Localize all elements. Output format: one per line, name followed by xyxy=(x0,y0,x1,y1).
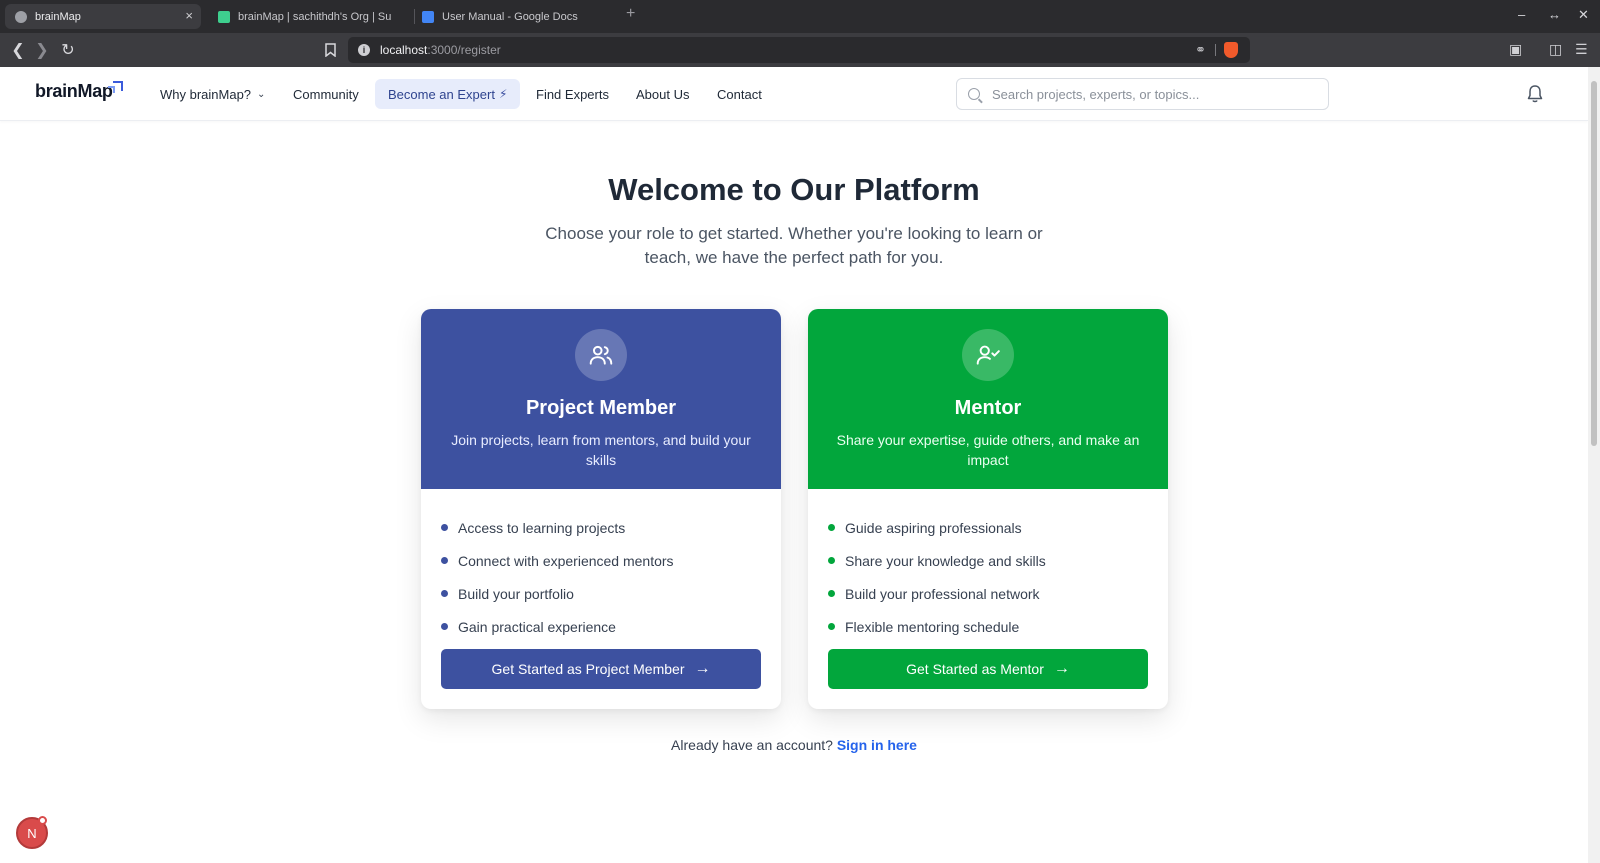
tab-title: User Manual - Google Docs xyxy=(442,10,578,23)
tab-title: brainMap | sachithdh's Org | Su xyxy=(238,10,392,23)
page-scrollbar[interactable] xyxy=(1588,67,1600,863)
restore-icon[interactable]: ↔ xyxy=(1548,7,1561,22)
browser-tab-bar: brainMap × brainMap | sachithdh's Org | … xyxy=(0,0,1600,33)
nav-about-us[interactable]: About Us xyxy=(636,67,689,121)
search-box[interactable] xyxy=(956,78,1329,110)
feature-text: Share your knowledge and skills xyxy=(845,552,1046,569)
bookmark-icon[interactable] xyxy=(320,40,340,60)
user-check-icon xyxy=(962,329,1014,381)
list-item: Access to learning projects xyxy=(441,511,761,544)
supabase-icon xyxy=(218,10,230,23)
globe-icon xyxy=(15,10,27,23)
page-title: Welcome to Our Platform xyxy=(608,172,980,207)
mentor-title: Mentor xyxy=(954,397,1022,419)
signin-prompt-text: Already have an account? xyxy=(671,737,833,753)
bullet-icon xyxy=(828,524,835,531)
minimize-icon[interactable]: – xyxy=(1518,7,1525,22)
list-item: Gain practical experience xyxy=(441,610,761,643)
brainmap-logo[interactable]: brainMap xyxy=(35,81,113,102)
tab-google-docs[interactable]: User Manual - Google Docs xyxy=(412,4,617,29)
tab-title: brainMap xyxy=(35,10,81,23)
nav-become-expert[interactable]: Become an Expert ⚡ xyxy=(375,79,521,109)
signin-link[interactable]: Sign in here xyxy=(837,737,917,753)
nav-why-brainmap[interactable]: Why brainMap? ⌄ xyxy=(160,67,265,121)
bullet-icon xyxy=(828,623,835,630)
search-input[interactable] xyxy=(992,86,1312,102)
users-icon xyxy=(575,329,627,381)
lightning-icon: ⚡ xyxy=(498,87,508,101)
signin-prompt: Already have an account? Sign in here xyxy=(0,737,1588,753)
bullet-icon xyxy=(828,590,835,597)
list-item: Build your portfolio xyxy=(441,577,761,610)
sidebar-icon[interactable]: ◫ xyxy=(1549,41,1562,58)
google-docs-icon xyxy=(422,10,434,23)
new-tab-button[interactable]: + xyxy=(626,5,635,23)
list-item: Flexible mentoring schedule xyxy=(828,610,1148,643)
logo-arrow-small-icon xyxy=(108,86,115,93)
feature-text: Build your professional network xyxy=(845,585,1040,602)
url-path: :3000/register xyxy=(427,43,501,57)
scrollbar-thumb[interactable] xyxy=(1591,81,1597,446)
feature-text: Connect with experienced mentors xyxy=(458,552,674,569)
tab-brainmap[interactable]: brainMap × xyxy=(5,4,201,29)
url-divider xyxy=(1215,44,1216,56)
arrow-right-icon: → xyxy=(694,660,711,677)
project-member-features: Access to learning projects Connect with… xyxy=(441,511,761,643)
feature-text: Access to learning projects xyxy=(458,519,626,536)
bullet-icon xyxy=(441,590,448,597)
back-icon[interactable]: ❮ xyxy=(8,40,28,60)
site-info-icon[interactable]: i xyxy=(358,44,370,56)
badge-indicator-dot xyxy=(38,816,47,825)
feature-text: Build your portfolio xyxy=(458,585,574,602)
nav-find-experts[interactable]: Find Experts xyxy=(536,67,609,121)
nav-community[interactable]: Community xyxy=(293,67,359,121)
tab-supabase[interactable]: brainMap | sachithdh's Org | Su xyxy=(208,4,404,29)
arrow-right-icon: → xyxy=(1053,660,1070,677)
project-member-card[interactable]: Project Member Join projects, learn from… xyxy=(421,309,781,709)
mentor-features: Guide aspiring professionals Share your … xyxy=(828,511,1148,643)
nav-contact[interactable]: Contact xyxy=(717,67,762,121)
browser-toolbar: ❮ ❯ ↻ i localhost:3000/register ⚭ ▣ ◫ ☰ xyxy=(0,33,1600,67)
reload-icon[interactable]: ↻ xyxy=(58,40,78,60)
bell-icon[interactable] xyxy=(1526,84,1544,104)
close-tab-icon[interactable]: × xyxy=(185,8,193,23)
bullet-icon xyxy=(441,623,448,630)
chevron-down-icon: ⌄ xyxy=(257,88,266,100)
nav-become-expert-label: Become an Expert xyxy=(388,86,495,102)
list-item: Build your professional network xyxy=(828,577,1148,610)
close-window-icon[interactable]: ✕ xyxy=(1578,7,1589,23)
button-label: Get Started as Project Member xyxy=(491,661,685,677)
get-started-project-member-button[interactable]: Get Started as Project Member → xyxy=(441,649,761,689)
feature-text: Flexible mentoring schedule xyxy=(845,618,1020,635)
mentor-card[interactable]: Mentor Share your expertise, guide other… xyxy=(808,309,1168,709)
forward-icon[interactable]: ❯ xyxy=(32,40,52,60)
feature-text: Gain practical experience xyxy=(458,618,616,635)
feature-text: Guide aspiring professionals xyxy=(845,519,1022,536)
mentor-card-header: Mentor Share your expertise, guide other… xyxy=(808,309,1168,489)
list-item: Guide aspiring professionals xyxy=(828,511,1148,544)
bullet-icon xyxy=(441,524,448,531)
nav-why-label: Why brainMap? xyxy=(160,86,252,102)
share-icon[interactable]: ⚭ xyxy=(1195,42,1206,58)
project-member-description: Join projects, learn from mentors, and b… xyxy=(451,432,751,468)
get-started-mentor-button[interactable]: Get Started as Mentor → xyxy=(828,649,1148,689)
button-label: Get Started as Mentor xyxy=(906,661,1044,677)
brave-shield-icon[interactable] xyxy=(1224,42,1238,58)
list-item: Connect with experienced mentors xyxy=(441,544,761,577)
wallet-icon[interactable]: ▣ xyxy=(1509,41,1522,58)
project-member-card-header: Project Member Join projects, learn from… xyxy=(421,309,781,489)
mentor-description: Share your expertise, guide others, and … xyxy=(836,432,1140,468)
page-subtitle: Choose your role to get started. Whether… xyxy=(545,224,1043,267)
address-bar[interactable]: i localhost:3000/register ⚭ xyxy=(348,37,1250,63)
search-icon xyxy=(968,88,980,100)
menu-icon[interactable]: ☰ xyxy=(1575,41,1588,58)
url-host: localhost xyxy=(380,43,428,57)
bullet-icon xyxy=(441,557,448,564)
bullet-icon xyxy=(828,557,835,564)
app-navbar: brainMap Why brainMap? ⌄ Community Becom… xyxy=(0,67,1588,121)
list-item: Share your knowledge and skills xyxy=(828,544,1148,577)
project-member-title: Project Member xyxy=(525,397,677,419)
